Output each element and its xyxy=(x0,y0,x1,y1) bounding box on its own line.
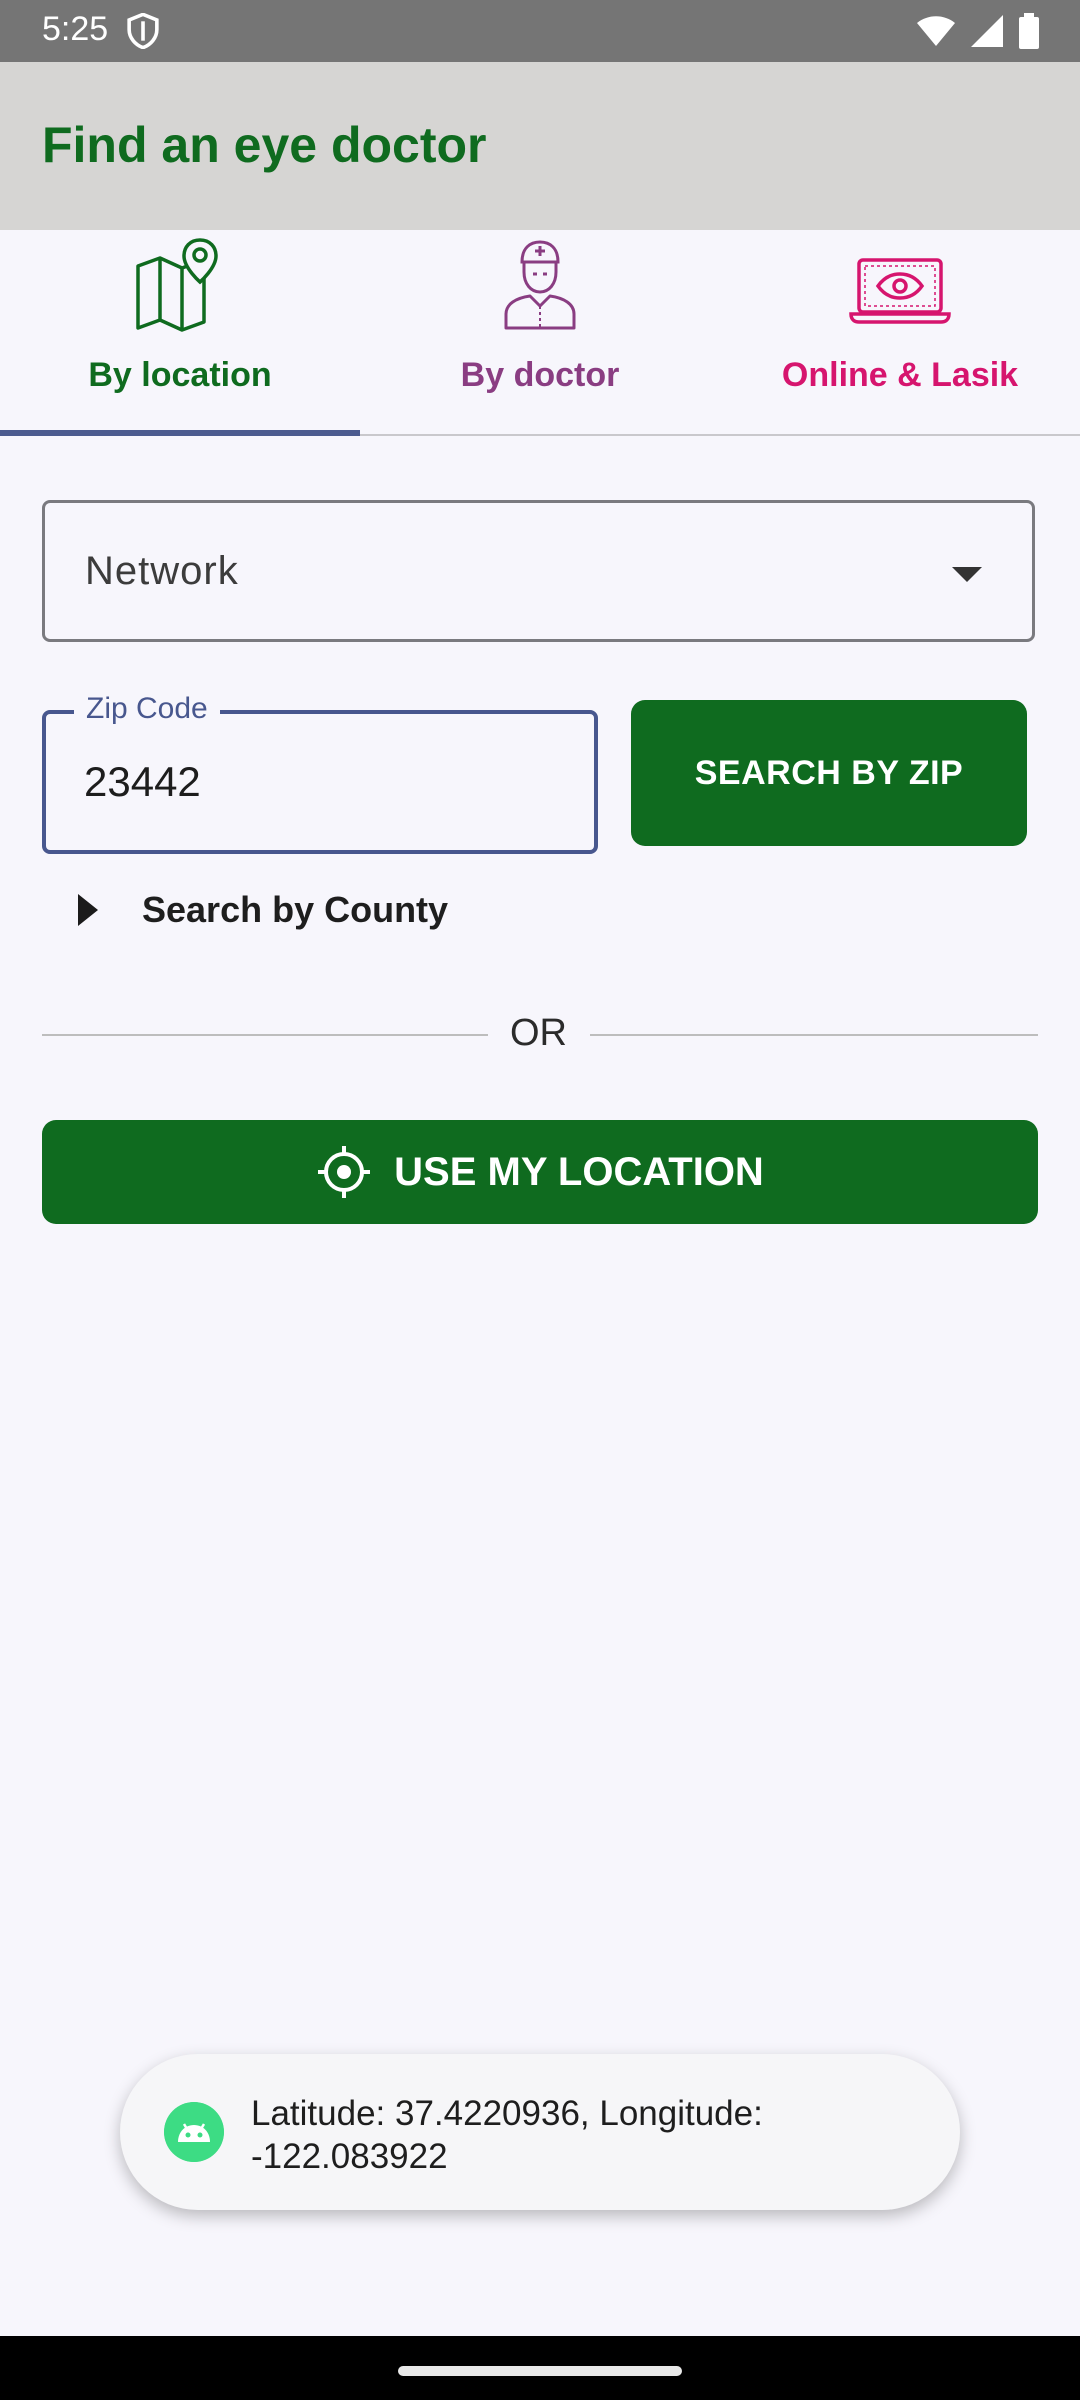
use-my-location-button[interactable]: USE MY LOCATION xyxy=(42,1120,1038,1224)
zip-code-input[interactable] xyxy=(84,754,564,810)
or-text: OR xyxy=(510,1012,567,1054)
toast-message: Latitude: 37.4220936, Longitude: -122.08… xyxy=(120,2054,960,2210)
page-title: Find an eye doctor xyxy=(42,117,487,173)
status-bar: 5:25 xyxy=(0,0,1080,62)
search-by-county-toggle[interactable]: Search by County xyxy=(72,882,448,938)
divider-right xyxy=(590,1034,1038,1036)
signal-icon xyxy=(971,15,1003,47)
search-by-county-label: Search by County xyxy=(142,889,449,930)
zip-code-field[interactable]: Zip Code xyxy=(42,692,598,854)
android-icon xyxy=(164,2102,224,2162)
expand-arrow-icon xyxy=(78,894,98,926)
crosshair-icon xyxy=(318,1146,371,1198)
tab-label: By location xyxy=(88,356,272,394)
battery-icon xyxy=(1019,13,1039,49)
app-bar: Find an eye doctor xyxy=(0,62,1080,230)
tab-label: Online & Lasik xyxy=(781,356,1019,394)
wifi-icon xyxy=(917,16,955,46)
use-my-location-label: USE MY LOCATION xyxy=(394,1149,764,1194)
doctor-icon xyxy=(504,240,576,330)
chevron-down-icon xyxy=(952,567,982,582)
zip-code-label: Zip Code xyxy=(74,692,220,726)
tab-bar: By location By doctor Online & Lasik xyxy=(0,230,1080,436)
map-pin-icon xyxy=(136,238,218,332)
tab-by-location[interactable]: By location xyxy=(0,230,360,436)
tab-online-lasik[interactable]: Online & Lasik xyxy=(720,230,1080,436)
search-by-zip-button[interactable]: SEARCH BY ZIP xyxy=(631,700,1027,846)
laptop-eye-icon xyxy=(849,258,951,324)
tab-by-doctor[interactable]: By doctor xyxy=(360,230,720,436)
tab-label: By doctor xyxy=(460,356,620,394)
navigation-bar xyxy=(0,2336,1080,2400)
system-icons xyxy=(916,12,1040,50)
divider-left xyxy=(42,1034,488,1036)
tab-indicator xyxy=(0,430,360,436)
home-gesture-handle[interactable] xyxy=(398,2366,682,2376)
shield-icon xyxy=(127,13,159,49)
network-dropdown[interactable]: Network xyxy=(42,500,1035,642)
toast-text: Latitude: 37.4220936, Longitude: -122.08… xyxy=(251,2094,763,2176)
network-dropdown-value: Network xyxy=(85,549,239,593)
status-time: 5:25 xyxy=(42,10,109,48)
